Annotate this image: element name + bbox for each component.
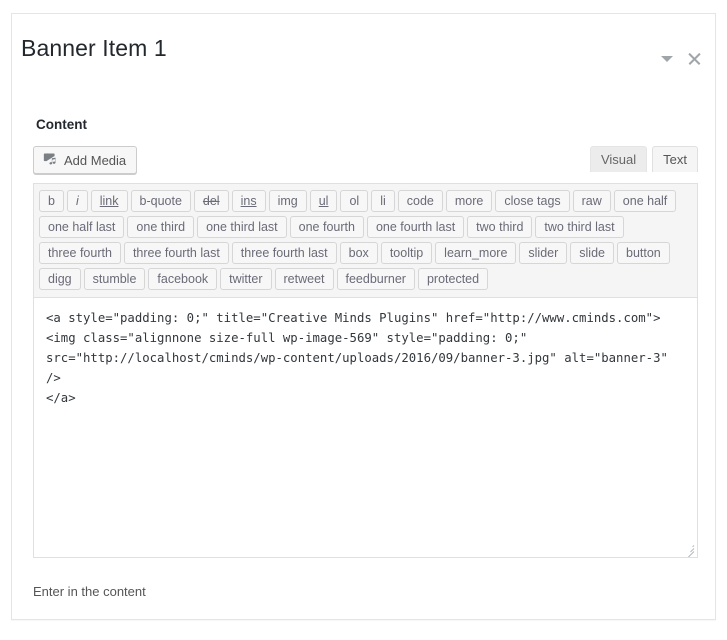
editor-area <box>33 297 698 558</box>
quicktag-button-one-half-last[interactable]: one half last <box>39 216 125 238</box>
quicktag-button-one-third-last[interactable]: one third last <box>197 216 287 238</box>
quicktag-button-img[interactable]: img <box>268 190 307 212</box>
wp-editor-wrap: Add Media Visual Text b i link b-quote del in… <box>33 146 698 558</box>
quicktag-button-two-third-last[interactable]: two third last <box>535 216 624 238</box>
quicktag-button-link[interactable]: link <box>90 190 128 212</box>
quicktag-button-raw[interactable]: raw <box>572 190 611 212</box>
quicktag-button-twitter[interactable]: twitter <box>220 268 272 290</box>
quicktag-button-protected[interactable]: protected <box>417 268 489 290</box>
metabox-header-controls <box>660 51 702 66</box>
quicktag-button-learn-more[interactable]: learn_more <box>435 242 517 264</box>
quicktag-button-facebook[interactable]: facebook <box>148 268 218 290</box>
close-icon[interactable] <box>687 51 702 66</box>
add-media-button[interactable]: Add Media <box>33 146 138 174</box>
add-media-label: Add Media <box>64 152 127 168</box>
quicktag-button-slide[interactable]: slide <box>570 242 614 264</box>
quicktag-button-code[interactable]: code <box>397 190 443 212</box>
quicktag-button-b-quote[interactable]: b-quote <box>130 190 191 212</box>
quicktag-button-one-third[interactable]: one third <box>127 216 195 238</box>
metabox-panel: Banner Item 1 Content Add Media Visual T… <box>11 13 716 620</box>
quicktag-button-button[interactable]: button <box>617 242 670 264</box>
media-buttons-bar: Add Media Visual Text <box>33 146 698 176</box>
quicktag-button-more[interactable]: more <box>445 190 493 212</box>
quicktag-button-slider[interactable]: slider <box>519 242 568 264</box>
quicktag-button-del[interactable]: del <box>193 190 229 212</box>
tab-text[interactable]: Text <box>652 146 698 172</box>
quicktag-button-three-fourth-last[interactable]: three fourth last <box>231 242 337 264</box>
metabox-body: Content Add Media Visual Text b i link b… <box>12 76 715 619</box>
quicktag-button-three-fourth-last[interactable]: three fourth last <box>123 242 229 264</box>
quicktag-button-box[interactable]: box <box>339 242 378 264</box>
quicktag-button-ins[interactable]: ins <box>231 190 266 212</box>
content-help-text: Enter in the content <box>33 584 146 599</box>
page-title: Banner Item 1 <box>21 35 167 61</box>
content-textarea[interactable] <box>34 298 697 557</box>
quicktag-button-one-half[interactable]: one half <box>613 190 677 212</box>
quicktag-button-one-fourth[interactable]: one fourth <box>289 216 364 238</box>
quicktag-button-b[interactable]: b <box>39 190 64 212</box>
quicktag-button-stumble[interactable]: stumble <box>83 268 146 290</box>
metabox-header: Banner Item 1 <box>12 14 715 76</box>
quicktag-button-digg[interactable]: digg <box>39 268 81 290</box>
quicktag-button-one-fourth-last[interactable]: one fourth last <box>366 216 465 238</box>
quicktags-toolbar: b i link b-quote del ins img ul ol li code more clos… <box>33 183 698 297</box>
quicktag-button-feedburner[interactable]: feedburner <box>336 268 415 290</box>
quicktag-button-two-third[interactable]: two third <box>467 216 533 238</box>
quicktag-button-li[interactable]: li <box>371 190 395 212</box>
tab-visual[interactable]: Visual <box>589 146 648 172</box>
quicktag-button-i[interactable]: i <box>66 190 88 212</box>
quicktag-button-ol[interactable]: ol <box>340 190 369 212</box>
quicktag-button-retweet[interactable]: retweet <box>274 268 334 290</box>
chevron-down-icon[interactable] <box>660 52 674 66</box>
resize-grip-icon[interactable] <box>681 541 695 557</box>
editor-mode-tabs: Visual Text <box>585 146 698 172</box>
quicktag-button-close-tags[interactable]: close tags <box>495 190 570 212</box>
quicktag-button-tooltip[interactable]: tooltip <box>380 242 433 264</box>
quicktag-button-three-fourth[interactable]: three fourth <box>39 242 121 264</box>
quicktag-button-ul[interactable]: ul <box>309 190 338 212</box>
content-field-label: Content <box>36 117 87 132</box>
insert-media-icon <box>42 151 58 170</box>
